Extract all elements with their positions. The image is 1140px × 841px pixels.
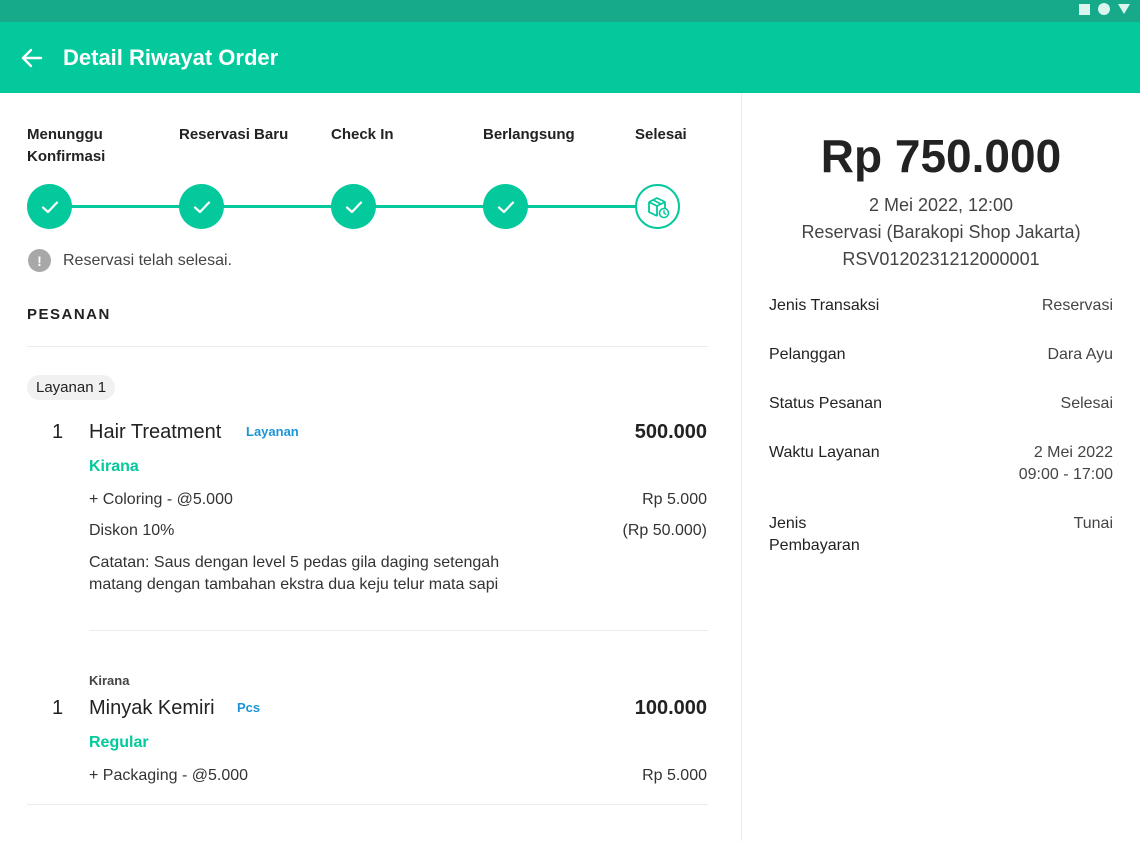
item-name: Minyak Kemiri (89, 697, 215, 719)
check-icon (497, 200, 514, 213)
order-code: RSV0120231212000001 (842, 249, 1040, 269)
step-circle-done (635, 184, 680, 229)
item-divider (89, 630, 708, 631)
item-qty: 1 (52, 697, 64, 719)
item-variant: Regular (89, 734, 149, 751)
app-bar: Detail Riwayat Order (0, 22, 1140, 93)
detail-label-order-status: Status Pesanan (769, 395, 882, 412)
step-circle-waiting (27, 184, 72, 229)
detail-label-service-time: Waktu Layanan (769, 444, 880, 461)
square-icon (1079, 3, 1090, 15)
page-title: Detail Riwayat Order (63, 45, 279, 70)
circle-icon (1098, 3, 1110, 15)
item-name: Hair Treatment (89, 421, 222, 443)
item-unit-tag: Pcs (237, 700, 261, 715)
order-detail-panel: Menunggu Konfirmasi Reservasi Baru Check… (0, 93, 742, 841)
back-button[interactable] (18, 44, 46, 72)
info-icon: ! (28, 249, 51, 272)
item-unit-tag: Layanan (246, 424, 299, 439)
item-note: Catatan: Saus dengan level 5 pedas gila … (89, 554, 500, 593)
order-datetime: 2 Mei 2022, 12:00 (868, 195, 1014, 215)
step-label-new-reservation: Reservasi Baru (179, 126, 289, 143)
step-label-done: Selesai (635, 126, 687, 143)
order-section-title: PESANAN (27, 306, 111, 323)
list-end-divider (27, 804, 708, 805)
system-status-bar (0, 0, 1140, 22)
summary-panel: Rp 750.000 2 Mei 2022, 12:00 Reservasi (… (742, 93, 1140, 841)
step-label-check-in: Check In (331, 126, 394, 143)
item-addon-price: Rp 5.000 (642, 767, 707, 784)
check-icon (41, 200, 58, 213)
item-price: 100.000 (634, 697, 707, 719)
item-variant: Kirana (89, 458, 139, 475)
detail-value-order-status: Selesai (1060, 395, 1113, 412)
item-qty: 1 (52, 421, 64, 443)
step-label-ongoing: Berlangsung (483, 126, 575, 143)
triangle-icon (1118, 4, 1130, 14)
detail-label-customer: Pelanggan (769, 346, 846, 363)
item-addon-price: Rp 5.000 (642, 491, 707, 508)
status-info: ! Reservasi telah selesai. (28, 249, 232, 272)
order-total: Rp 750.000 (820, 130, 1062, 182)
status-icons (1079, 3, 1130, 15)
section-divider (27, 346, 708, 347)
item-discount: Diskon 10% (89, 522, 175, 539)
service-group-chip: Layanan 1 (27, 375, 116, 400)
item-price: 500.000 (634, 421, 707, 443)
detail-value-payment-type: Tunai (1073, 515, 1113, 532)
detail-label-payment-type: Jenis Pembayaran (769, 515, 860, 554)
step-circle-ongoing (483, 184, 528, 229)
order-type-line: Reservasi (Barakopi Shop Jakarta) (801, 222, 1081, 242)
detail-value-customer: Dara Ayu (1047, 346, 1113, 363)
detail-value-service-time: 2 Mei 2022 09:00 - 17:00 (1018, 444, 1113, 483)
detail-value-transaction-type: Reservasi (1041, 297, 1113, 314)
check-icon (345, 200, 362, 213)
step-circle-check-in (331, 184, 376, 229)
back-arrow-icon (21, 48, 43, 68)
package-clock-icon (647, 196, 669, 218)
item-discount-value: (Rp 50.000) (622, 522, 708, 539)
item-addon: + Coloring - @5.000 (89, 491, 233, 508)
item-addon: + Packaging - @5.000 (89, 767, 249, 784)
check-icon (193, 200, 210, 213)
step-label-waiting: Menunggu Konfirmasi (27, 126, 106, 165)
item-staff: Kirana (89, 673, 130, 688)
step-circle-new-reservation (179, 184, 224, 229)
detail-label-transaction-type: Jenis Transaksi (769, 297, 880, 314)
status-message: Reservasi telah selesai. (63, 251, 232, 269)
